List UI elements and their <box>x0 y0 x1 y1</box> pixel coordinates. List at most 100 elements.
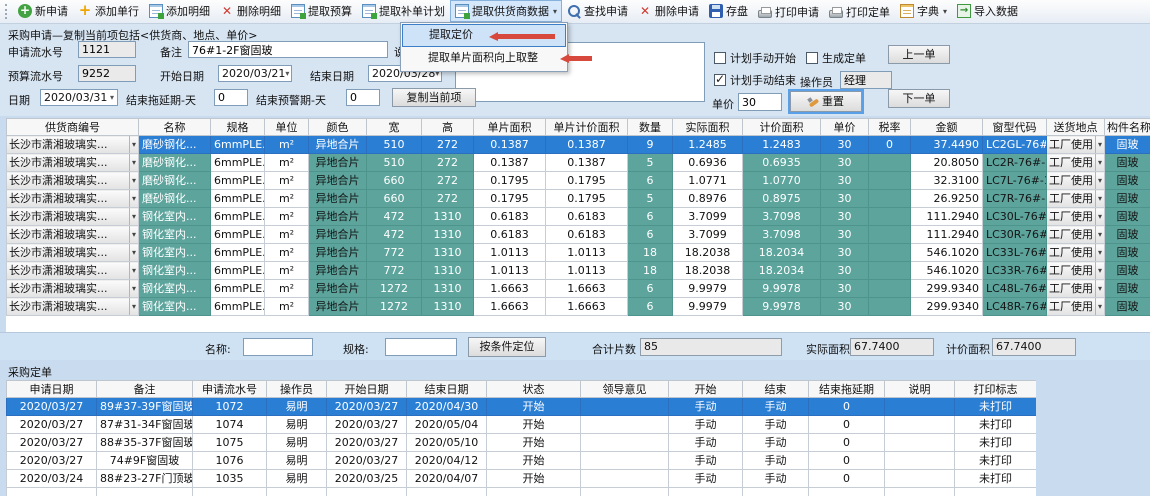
grid-cell[interactable]: 74#9F窗固玻 <box>97 452 193 470</box>
toolbar-item-4[interactable]: 删除明细 <box>215 0 286 22</box>
column-header[interactable]: 单片计价面积 <box>546 119 628 136</box>
grid-cell[interactable]: 5 <box>628 190 673 208</box>
grid-cell[interactable]: 固玻 <box>1105 172 1150 190</box>
grid-cell[interactable] <box>267 488 327 496</box>
grid-cell[interactable] <box>581 488 669 496</box>
grid-cell[interactable]: 30 <box>821 244 869 262</box>
grid-cell[interactable]: 30 <box>821 280 869 298</box>
grid-cell[interactable]: LC7L-76#-1FO <box>983 172 1047 190</box>
table-row[interactable]: 长沙市潇湘玻璃实...▾磨砂钢化...6mmPLE...m²异地合片660272… <box>7 190 1150 208</box>
name-filter-input[interactable] <box>243 338 313 356</box>
grid-cell[interactable]: 工厂使用▾ <box>1047 172 1105 190</box>
grid-cell[interactable]: 272 <box>422 154 474 172</box>
grid-cell[interactable]: 111.2940 <box>911 226 983 244</box>
grid-cell[interactable]: 长沙市潇湘玻璃实...▾ <box>7 190 139 208</box>
grid-cell[interactable]: 1075 <box>193 434 267 452</box>
toolbar-item-5[interactable]: 提取预算 <box>286 0 357 22</box>
grid-cell[interactable]: 272 <box>422 172 474 190</box>
grid-cell[interactable] <box>869 244 911 262</box>
grid-cell[interactable]: 1.0770 <box>743 172 821 190</box>
grid-cell[interactable]: 开始 <box>487 470 581 488</box>
column-header[interactable]: 名称 <box>139 119 211 136</box>
grid-cell[interactable]: 1.0113 <box>546 244 628 262</box>
column-header[interactable]: 规格 <box>211 119 265 136</box>
grid-cell[interactable]: 1272 <box>367 298 422 316</box>
grid-cell[interactable]: LC30R-76#... <box>983 226 1047 244</box>
grid-cell[interactable]: 异地合片 <box>309 154 367 172</box>
grid-cell[interactable]: 未打印 <box>955 434 1037 452</box>
toolbar-item-13[interactable]: 字典▾ <box>895 0 952 22</box>
grid-cell[interactable]: 异地合片 <box>309 208 367 226</box>
grid-cell[interactable] <box>97 488 193 496</box>
table-row[interactable]: 长沙市潇湘玻璃实...▾钢化室内...6mmPLE...m²异地合片472131… <box>7 226 1150 244</box>
grid-cell[interactable]: 9.9979 <box>673 298 743 316</box>
column-header[interactable]: 结束拖延期 <box>809 381 885 398</box>
grid-cell[interactable]: 长沙市潇湘玻璃实...▾ <box>7 280 139 298</box>
column-header[interactable]: 状态 <box>487 381 581 398</box>
grid-cell[interactable]: 9.9978 <box>743 298 821 316</box>
column-header[interactable]: 操作员 <box>267 381 327 398</box>
column-header[interactable]: 说明 <box>885 381 955 398</box>
grid-cell[interactable]: 1310 <box>422 280 474 298</box>
grid-cell[interactable]: 6mmPLE... <box>211 208 265 226</box>
column-header[interactable]: 开始 <box>669 381 743 398</box>
generate-order-checkbox[interactable] <box>806 52 818 64</box>
grid-cell[interactable]: 开始 <box>487 416 581 434</box>
table-row[interactable]: 长沙市潇湘玻璃实...▾磨砂钢化...6mmPLE...m²异地合片660272… <box>7 172 1150 190</box>
column-header[interactable]: 申请日期 <box>7 381 97 398</box>
grid-cell[interactable]: 未打印 <box>955 398 1037 416</box>
copy-current-button[interactable]: 复制当前项 <box>392 88 476 107</box>
grid-cell[interactable]: 2020/03/27 <box>327 398 407 416</box>
grid-cell[interactable]: 89#37-39F窗固玻 <box>97 398 193 416</box>
grid-cell[interactable]: 2020/03/25 <box>327 470 407 488</box>
remark-input[interactable] <box>188 41 388 58</box>
column-header[interactable]: 申请流水号 <box>193 381 267 398</box>
grid-cell[interactable]: 6 <box>628 298 673 316</box>
grid-cell[interactable]: LC2R-76#-1F <box>983 154 1047 172</box>
grid-cell[interactable]: 磨砂钢化... <box>139 172 211 190</box>
grid-cell[interactable]: 手动 <box>743 416 809 434</box>
toolbar-item-8[interactable]: 查找申请 <box>562 0 633 22</box>
grid-cell[interactable]: 6mmPLE... <box>211 280 265 298</box>
column-header[interactable]: 颜色 <box>309 119 367 136</box>
end-delay-input[interactable] <box>214 89 248 106</box>
grid-cell[interactable]: 2020/04/12 <box>407 452 487 470</box>
grid-cell[interactable]: 未打印 <box>955 416 1037 434</box>
table-row[interactable]: 长沙市潇湘玻璃实...▾磨砂钢化...6mmPLE...m²异地合片510272… <box>7 154 1150 172</box>
grid-cell[interactable] <box>885 470 955 488</box>
grid-cell[interactable]: 6mmPLE... <box>211 172 265 190</box>
grid-cell[interactable]: 开始 <box>487 398 581 416</box>
toolbar-item-10[interactable]: 存盘 <box>704 0 753 22</box>
grid-cell[interactable]: LC2GL-76#... <box>983 136 1047 154</box>
grid-cell[interactable]: 30 <box>821 226 869 244</box>
grid-cell[interactable]: m² <box>265 244 309 262</box>
grid-cell[interactable]: 长沙市潇湘玻璃实...▾ <box>7 136 139 154</box>
grid-cell[interactable]: LC33R-76#... <box>983 262 1047 280</box>
grid-cell[interactable]: 299.9340 <box>911 280 983 298</box>
grid-cell[interactable]: 0.1387 <box>474 154 546 172</box>
grid-cell[interactable]: 工厂使用▾ <box>1047 190 1105 208</box>
grid-cell[interactable] <box>869 280 911 298</box>
manual-start-checkbox[interactable] <box>714 52 726 64</box>
unit-price-input[interactable] <box>738 93 782 111</box>
date-combo[interactable]: 2020/03/31▾ <box>40 89 118 106</box>
grid-cell[interactable] <box>885 452 955 470</box>
grid-cell[interactable] <box>869 262 911 280</box>
grid-cell[interactable] <box>193 488 267 496</box>
grid-cell[interactable]: 9 <box>628 136 673 154</box>
budget-no-input[interactable] <box>78 65 136 82</box>
grid-cell[interactable]: m² <box>265 154 309 172</box>
grid-cell[interactable]: 0.1795 <box>474 190 546 208</box>
previous-order-button[interactable]: 上一单 <box>888 45 950 64</box>
grid-cell[interactable]: 18 <box>628 244 673 262</box>
grid-cell[interactable]: 未打印 <box>955 452 1037 470</box>
grid-cell[interactable]: 472 <box>367 208 422 226</box>
grid-cell[interactable]: 异地合片 <box>309 280 367 298</box>
grid-cell[interactable] <box>743 488 809 496</box>
grid-cell[interactable]: m² <box>265 190 309 208</box>
column-header[interactable]: 构件名称 <box>1105 119 1150 136</box>
grid-cell[interactable]: 工厂使用▾ <box>1047 208 1105 226</box>
grid-cell[interactable]: 易明 <box>267 434 327 452</box>
table-row[interactable]: 2020/03/2789#37-39F窗固玻1072易明2020/03/2720… <box>7 398 1037 416</box>
grid-cell[interactable]: 1.2483 <box>743 136 821 154</box>
